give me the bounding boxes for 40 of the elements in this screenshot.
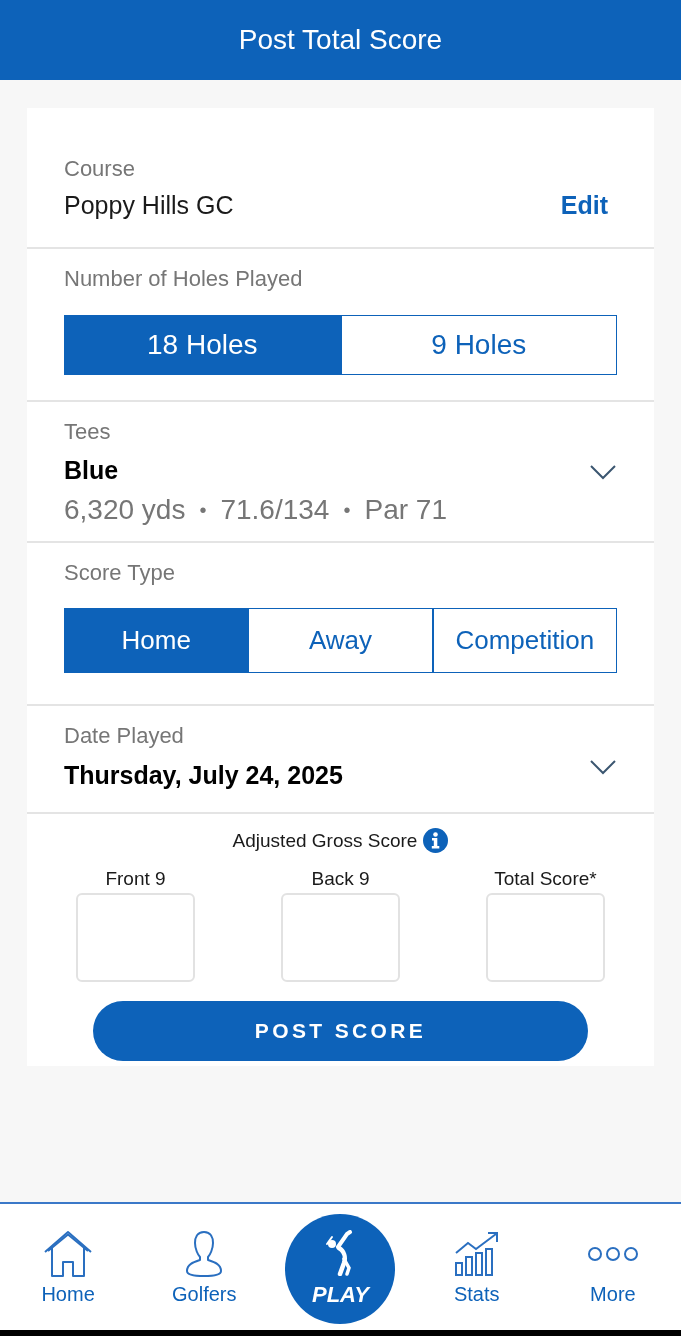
nav-tab[interactable]: Golfers: [172, 1228, 237, 1310]
field-label: Tees: [64, 419, 112, 445]
nav-tab[interactable]: More: [586, 1228, 639, 1310]
info-icon: [423, 828, 449, 853]
three-dots-icon: [586, 1246, 639, 1262]
tee-detail: Par 71: [364, 493, 447, 527]
field-label: Number of Holes Played: [64, 266, 304, 292]
field-label: Course: [64, 156, 136, 182]
post-score-button[interactable]: POST SCORE: [93, 1001, 588, 1061]
segment-option[interactable]: Home: [64, 608, 249, 673]
separator-dot: •: [199, 498, 207, 523]
score-input[interactable]: [76, 893, 195, 982]
bar-chart-icon: [453, 1231, 500, 1277]
field-label: Date Played: [64, 723, 185, 749]
tee-name: Blue: [64, 455, 120, 485]
house-icon: [43, 1230, 94, 1278]
segment-option[interactable]: Away: [248, 608, 433, 673]
field-label: Total Score*: [494, 867, 597, 891]
tee-detail: 6,320 yds: [64, 493, 186, 527]
field-label: Back 9: [311, 867, 370, 891]
separator-dot: •: [343, 498, 351, 523]
field-label: Front 9: [105, 867, 166, 891]
segment-option[interactable]: Competition: [432, 608, 617, 673]
edit-link[interactable]: Edit: [560, 190, 608, 220]
chevron-down-icon: [589, 759, 617, 775]
person-icon: [184, 1230, 225, 1278]
segment-option[interactable]: 9 Holes: [340, 315, 617, 375]
date-value: Thursday, July 24, 2025: [64, 760, 343, 790]
chevron-down-icon: [589, 464, 617, 480]
section-title: Adjusted Gross Score: [232, 828, 418, 853]
nav-tab[interactable]: Home: [41, 1228, 95, 1310]
tee-detail: 71.6/134: [220, 493, 330, 527]
score-input[interactable]: [486, 893, 605, 982]
segment-option[interactable]: 18 Holes: [64, 315, 341, 375]
play-button[interactable]: PLAY: [285, 1214, 396, 1324]
score-input[interactable]: [281, 893, 400, 982]
screen-title: Post Total Score: [238, 23, 443, 57]
nav-tab[interactable]: Stats: [453, 1228, 500, 1310]
field-label: Score Type: [64, 560, 176, 586]
course-name: Poppy Hills GC: [64, 190, 234, 220]
